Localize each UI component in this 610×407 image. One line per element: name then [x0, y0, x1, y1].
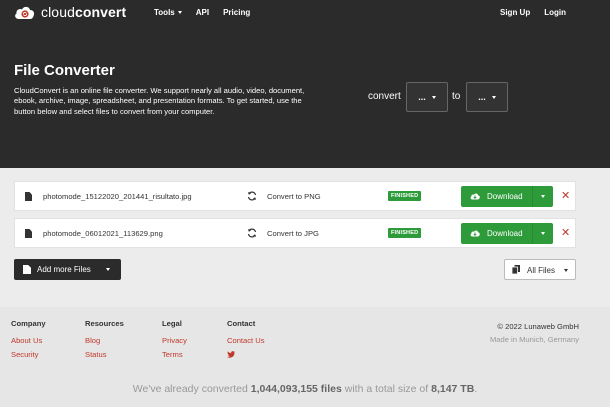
cloudconvert-logo-icon	[15, 6, 35, 19]
status-badge: FINISHED	[388, 228, 422, 238]
document-icon	[25, 192, 32, 201]
footer-resources: Resources Blog Status	[85, 319, 124, 362]
nav-pricing[interactable]: Pricing	[223, 8, 250, 17]
to-format-value: ...	[478, 92, 486, 102]
chevron-down-icon	[106, 268, 110, 271]
button-divider	[532, 186, 533, 207]
stats-suffix: .	[474, 383, 478, 395]
footer-heading: Legal	[162, 319, 182, 328]
status-badge: FINISHED	[388, 191, 422, 201]
download-label: Download	[487, 192, 523, 201]
logo-text: cloudconvert	[41, 4, 127, 20]
footer-heading: Contact	[227, 319, 256, 328]
button-divider	[532, 223, 533, 244]
cloud-download-icon	[470, 230, 480, 237]
twitter-icon[interactable]	[227, 351, 235, 358]
footer-company: Company About Us Security	[11, 319, 46, 362]
footer-contact: Contact Contact Us	[227, 319, 265, 358]
footer-link-blog[interactable]: Blog	[85, 334, 124, 348]
download-button[interactable]: Download	[461, 186, 553, 207]
chevron-down-icon	[177, 11, 182, 15]
convert-label: convert	[368, 91, 401, 102]
conversion-stats: We've already converted 1,044,093,155 fi…	[0, 383, 610, 395]
stats-middle: with a total size of	[341, 383, 432, 395]
nav-sign-up[interactable]: Sign Up	[500, 8, 530, 17]
all-files-label: All Files	[527, 266, 556, 275]
footer: Company About Us Security Resources Blog…	[0, 307, 610, 407]
convert-target[interactable]: Convert to JPG	[267, 229, 319, 238]
stats-size: 8,147 TB	[431, 383, 475, 395]
chevron-down-icon	[491, 95, 496, 99]
close-icon[interactable]: ✕	[561, 189, 570, 202]
top-nav: cloudconvert Tools API Pricing Sign Up L…	[0, 0, 610, 26]
footer-link-security[interactable]: Security	[11, 348, 46, 362]
footer-link-contact-us[interactable]: Contact Us	[227, 334, 265, 348]
copyright-text: © 2022 Lunaweb GmbH	[497, 322, 579, 331]
to-format-select[interactable]: ...	[466, 82, 508, 112]
all-files-button[interactable]: All Files	[504, 259, 576, 280]
nav-tools[interactable]: Tools	[154, 8, 182, 17]
add-more-files-button[interactable]: Add more Files	[14, 259, 121, 280]
footer-link-about-us[interactable]: About Us	[11, 334, 46, 348]
logo[interactable]: cloudconvert	[14, 4, 126, 20]
from-format-select[interactable]: ...	[406, 82, 448, 112]
close-icon[interactable]: ✕	[561, 226, 570, 239]
chevron-down-icon[interactable]	[541, 195, 545, 198]
hero-description: CloudConvert is an online file converter…	[14, 86, 305, 116]
footer-heading: Company	[11, 319, 46, 328]
to-label: to	[452, 91, 461, 102]
cloud-download-icon	[470, 193, 480, 200]
chevron-down-icon[interactable]	[541, 232, 545, 235]
download-button[interactable]: Download	[461, 223, 553, 244]
chevron-down-icon	[564, 269, 568, 272]
file-name: photomode_15122020_201441_risultato.jpg	[43, 192, 192, 201]
page-title: File Converter	[14, 62, 115, 79]
file-row: photomode_15122020_201441_risultato.jpg …	[14, 181, 576, 211]
file-name: photomode_06012021_113629.png	[43, 229, 163, 238]
footer-link-status[interactable]: Status	[85, 348, 124, 362]
footer-legal: Legal Privacy Terms	[162, 319, 187, 362]
convert-target[interactable]: Convert to PNG	[267, 192, 321, 201]
nav-login[interactable]: Login	[544, 8, 566, 17]
download-label: Download	[487, 229, 523, 238]
refresh-icon[interactable]	[247, 228, 257, 238]
files-icon	[512, 265, 520, 274]
refresh-icon[interactable]	[247, 191, 257, 201]
nav-api[interactable]: API	[196, 8, 209, 17]
footer-copyright: © 2022 Lunaweb GmbH Made in Munich, Germ…	[490, 322, 579, 344]
stats-prefix: We've already converted	[132, 383, 251, 395]
from-format-value: ...	[418, 92, 426, 102]
made-in-text: Made in Munich, Germany	[489, 335, 579, 344]
stats-count: 1,044,093,155 files	[250, 383, 342, 395]
footer-heading: Resources	[85, 319, 124, 328]
footer-link-privacy[interactable]: Privacy	[162, 334, 187, 348]
document-icon	[25, 229, 32, 238]
chevron-down-icon	[431, 95, 436, 99]
document-icon	[23, 265, 31, 274]
hero: cloudconvert Tools API Pricing Sign Up L…	[0, 0, 610, 168]
footer-link-terms[interactable]: Terms	[162, 348, 187, 362]
file-row: photomode_06012021_113629.png Convert to…	[14, 218, 576, 248]
add-more-files-label: Add more Files	[37, 265, 91, 274]
